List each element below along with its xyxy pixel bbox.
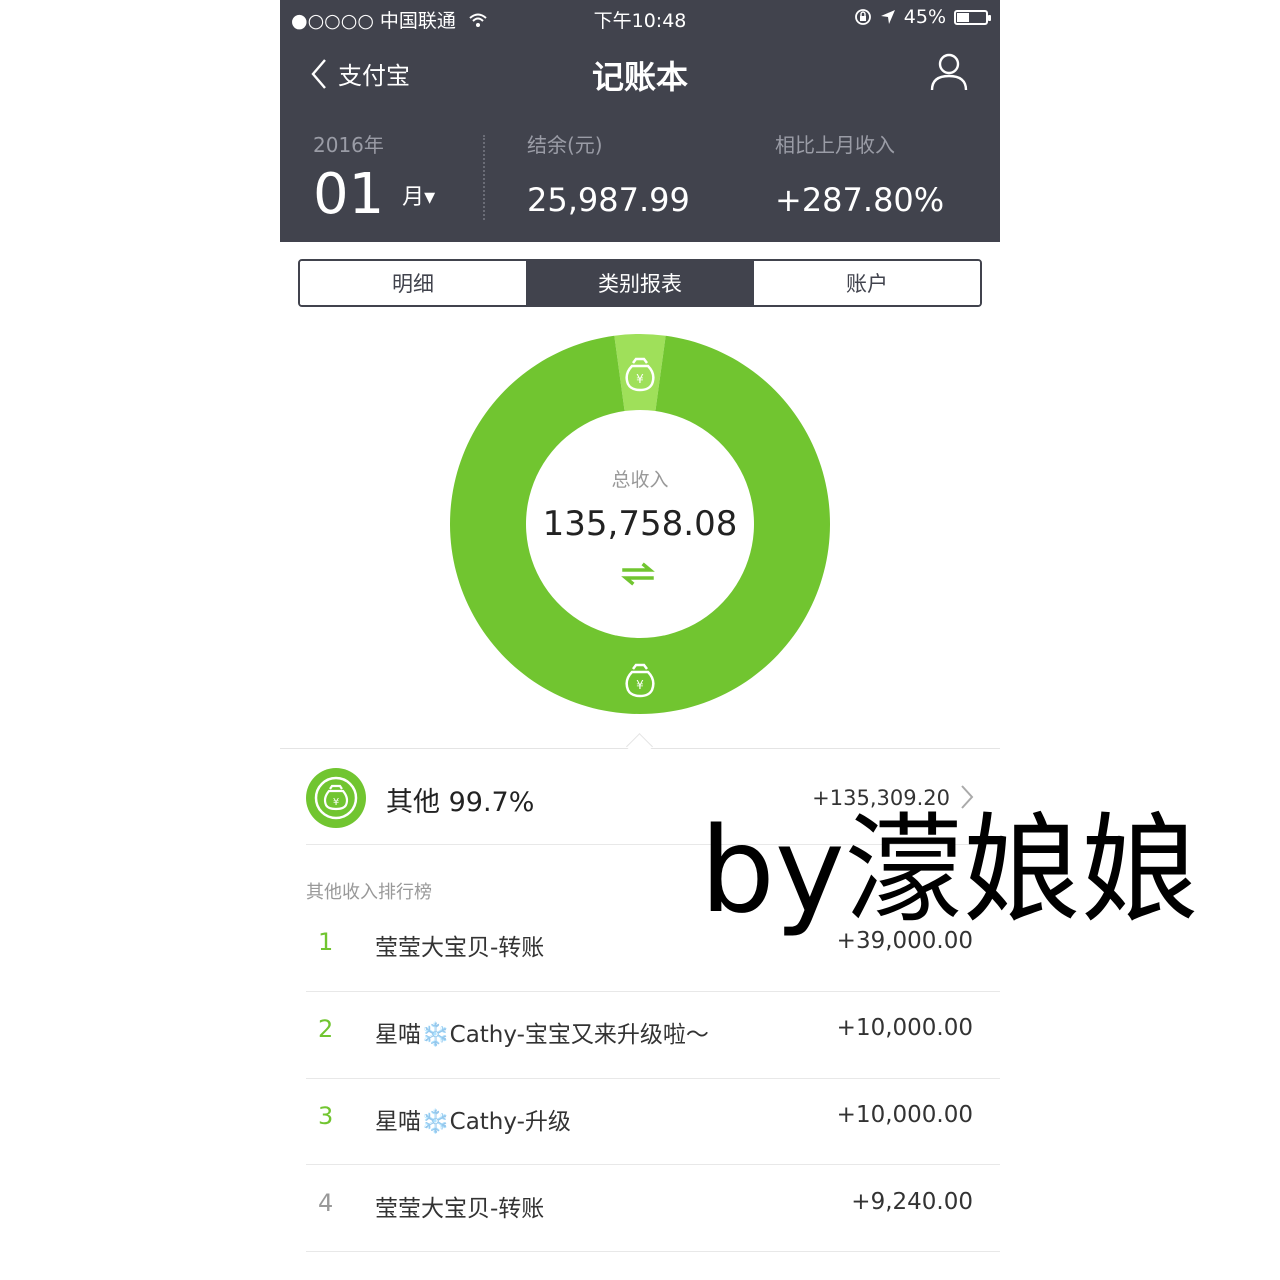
navigation-bar: 支付宝 记账本 xyxy=(280,44,1000,104)
tab-detail[interactable]: 明细 xyxy=(300,261,526,305)
list-item[interactable]: 3 星喵❄️Cathy-升级 +10,000.00 xyxy=(280,1080,1000,1166)
battery-percent: 45% xyxy=(903,6,946,28)
row-divider xyxy=(306,1251,1000,1252)
battery-fill xyxy=(957,12,969,22)
total-income-value: 135,758.08 xyxy=(542,504,738,544)
money-bag-icon: ¥ xyxy=(620,354,660,398)
orientation-lock-icon xyxy=(854,9,871,25)
tab-account[interactable]: 账户 xyxy=(753,261,980,305)
category-label: 其他 99.7% xyxy=(386,787,535,818)
list-item[interactable]: 4 莹莹大宝贝-转账 +9,240.00 xyxy=(280,1167,1000,1253)
rank-amount: +10,000.00 xyxy=(836,1015,973,1041)
rank-name: 星喵❄️Cathy-升级 xyxy=(375,1109,571,1135)
switch-icon[interactable] xyxy=(620,562,656,590)
month-selector[interactable]: 01 月▾ xyxy=(313,165,435,228)
rank-amount: +9,240.00 xyxy=(851,1189,973,1215)
header: ●○○○○ 中国联通 下午10:48 45% 支付宝 记账本 2016年 01 … xyxy=(280,0,1000,242)
money-bag-icon: ¥ xyxy=(306,768,366,828)
status-right: 45% xyxy=(854,6,991,28)
rank-number: 1 xyxy=(318,928,334,956)
selection-pointer xyxy=(626,733,653,760)
rank-number: 4 xyxy=(318,1189,334,1217)
status-bar: ●○○○○ 中国联通 下午10:48 45% xyxy=(280,0,1000,36)
income-donut-chart: 总收入 135,758.08 ¥ ¥ xyxy=(448,332,832,716)
rank-name: 星喵❄️Cathy-宝宝又来升级啦～ xyxy=(375,1022,709,1048)
svg-text:¥: ¥ xyxy=(636,678,644,692)
month-summary: 2016年 01 月▾ 结余(元) 25,987.99 相比上月收入 +287.… xyxy=(280,125,1000,235)
rank-name: 莹莹大宝贝-转账 xyxy=(375,1196,545,1222)
compare-value: +287.80% xyxy=(775,181,945,219)
tab-category-report[interactable]: 类别报表 xyxy=(526,261,753,305)
user-icon[interactable] xyxy=(930,52,968,96)
row-divider xyxy=(306,1078,1000,1079)
battery-icon xyxy=(954,9,991,25)
segmented-tabs: 明细 类别报表 账户 xyxy=(298,259,982,307)
row-divider xyxy=(306,991,1000,992)
balance-value: 25,987.99 xyxy=(527,181,690,219)
rank-amount: +10,000.00 xyxy=(836,1102,973,1128)
year-label: 2016年 xyxy=(313,133,384,157)
watermark-text: by濛娘娘 xyxy=(700,801,1199,939)
page-title: 记账本 xyxy=(591,58,688,96)
month-value: 01 xyxy=(313,162,385,227)
rank-number: 3 xyxy=(318,1102,334,1130)
row-divider xyxy=(306,1164,1000,1165)
month-unit: 月▾ xyxy=(402,184,436,210)
list-item[interactable]: 2 星喵❄️Cathy-宝宝又来升级啦～ +10,000.00 xyxy=(280,993,1000,1079)
money-bag-icon: ¥ xyxy=(620,660,660,704)
compare-label: 相比上月收入 xyxy=(775,133,895,157)
donut-center: 总收入 135,758.08 ¥ ¥ xyxy=(448,332,832,716)
balance-label: 结余(元) xyxy=(527,133,603,157)
phone-screen: ●○○○○ 中国联通 下午10:48 45% 支付宝 记账本 2016年 01 … xyxy=(280,0,1000,1280)
svg-text:¥: ¥ xyxy=(333,797,339,808)
location-icon xyxy=(880,10,895,24)
ranking-title: 其他收入排行榜 xyxy=(306,882,432,903)
summary-divider xyxy=(483,135,485,220)
rank-name: 莹莹大宝贝-转账 xyxy=(375,935,545,961)
rank-number: 2 xyxy=(318,1015,334,1043)
svg-text:¥: ¥ xyxy=(636,372,644,386)
total-income-label: 总收入 xyxy=(611,469,669,491)
